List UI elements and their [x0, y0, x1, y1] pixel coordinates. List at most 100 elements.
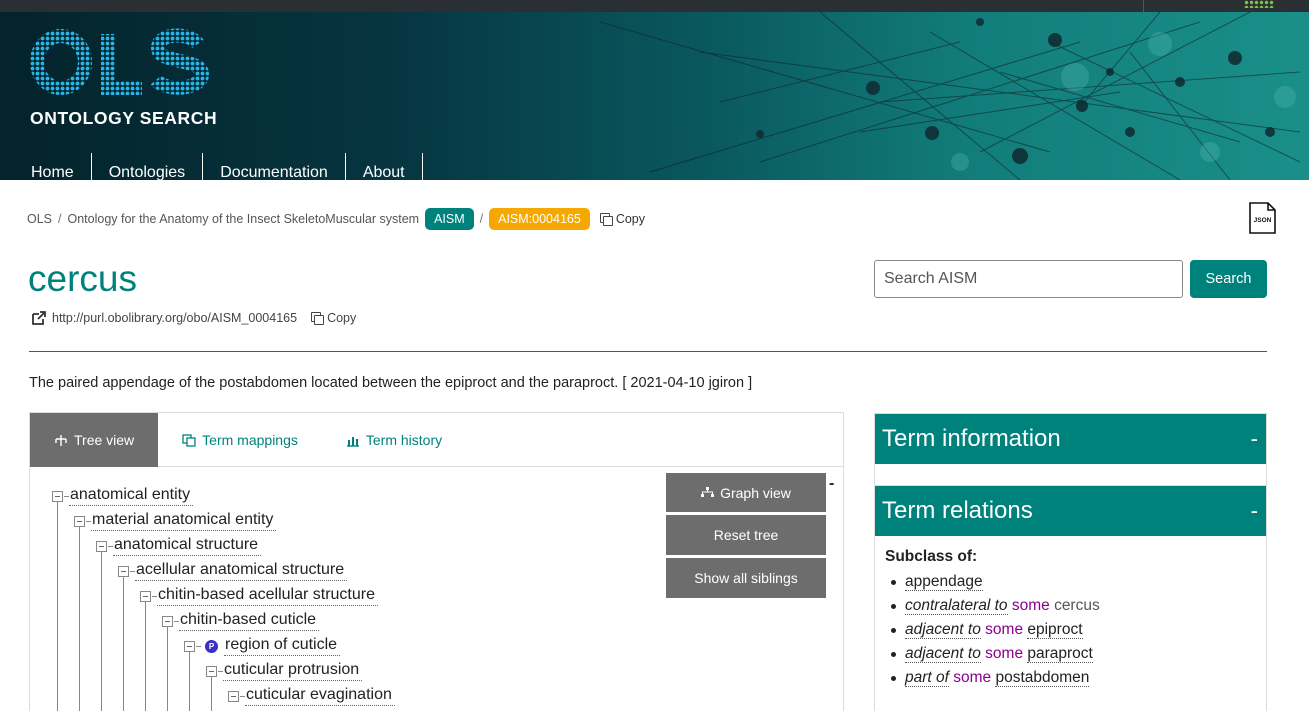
- term-id-badge[interactable]: AISM:0004165: [489, 208, 590, 230]
- tab-tree-view[interactable]: Tree view: [30, 413, 159, 467]
- site-header: ONTOLOGY SEARCH Home Ontologies Document…: [0, 12, 1309, 180]
- tree-node[interactable]: material anatomical entity: [74, 510, 277, 532]
- tab-term-history[interactable]: Term history: [322, 413, 466, 467]
- tree-panel: Tree view Term mappings Term history ana…: [29, 412, 844, 711]
- relation-target-link[interactable]: postabdomen: [995, 669, 1090, 687]
- tab-label: Term mappings: [202, 432, 298, 448]
- tree-node[interactable]: anatomical entity: [52, 485, 194, 507]
- nav-about[interactable]: About: [346, 153, 423, 180]
- tree-node-label[interactable]: region of cuticle: [224, 636, 341, 656]
- show-all-siblings-button[interactable]: Show all siblings: [666, 558, 826, 598]
- relation-target-link[interactable]: epiproct: [1027, 621, 1083, 639]
- collapse-toggle-icon[interactable]: [118, 565, 129, 577]
- card-spacer: [874, 463, 1267, 485]
- tree-node[interactable]: chitin-based cuticle: [162, 610, 320, 632]
- relation-item: appendage: [885, 570, 1256, 594]
- term-information-title: Term information: [882, 425, 1061, 452]
- tree-guide-line: [57, 502, 58, 711]
- tree-guide-line: [101, 552, 102, 711]
- nav-documentation[interactable]: Documentation: [203, 153, 346, 180]
- term-relations-header[interactable]: Term relations -: [875, 486, 1266, 536]
- tree-node-label[interactable]: chitin-based cuticle: [179, 611, 320, 631]
- copy-label: Copy: [615, 212, 645, 226]
- copy-term-id-button[interactable]: Copy: [599, 212, 645, 226]
- embl-logo-icon[interactable]: [1244, 0, 1274, 8]
- search-input[interactable]: [874, 260, 1183, 298]
- graph-view-button[interactable]: Graph view: [666, 473, 826, 512]
- relation-item: adjacent to some epiproct: [885, 618, 1256, 642]
- relation-property-link[interactable]: part of: [905, 669, 949, 687]
- relation-keyword: some: [1011, 597, 1050, 614]
- term-information-card: Term information -: [874, 413, 1267, 464]
- breadcrumb: OLS / Ontology for the Anatomy of the In…: [27, 207, 645, 231]
- copy-iri-button[interactable]: Copy: [311, 311, 356, 325]
- relation-property-link[interactable]: adjacent to: [905, 645, 981, 663]
- search-button[interactable]: Search: [1190, 260, 1267, 298]
- tree-node[interactable]: chitin-based acellular structure: [140, 585, 378, 607]
- relation-target-link[interactable]: appendage: [905, 573, 983, 591]
- term-relations-card: Term relations - Subclass of: appendage …: [874, 485, 1267, 711]
- copy-icon: [311, 312, 325, 325]
- collapse-term-relations-button[interactable]: -: [1251, 498, 1258, 524]
- tree-node-label[interactable]: anatomical structure: [113, 536, 262, 556]
- relation-keyword: some: [985, 621, 1024, 638]
- reset-tree-button[interactable]: Reset tree: [666, 515, 826, 555]
- collapse-toggle-icon[interactable]: [52, 490, 63, 502]
- copy-label: Copy: [327, 311, 357, 325]
- copy-icon: [599, 213, 613, 226]
- ontology-badge[interactable]: AISM: [425, 208, 474, 230]
- term-tree: anatomical entity material anatomical en…: [30, 473, 650, 711]
- page-title: cercus: [28, 258, 137, 299]
- collapse-toggle-icon[interactable]: [206, 665, 217, 677]
- collapse-toggle-icon[interactable]: [140, 590, 151, 602]
- tree-node[interactable]: anatomical structure: [96, 535, 262, 557]
- logo-text: ONTOLOGY SEARCH: [30, 108, 218, 128]
- tree-buttons-collapse[interactable]: -: [829, 475, 834, 493]
- external-link-icon[interactable]: [31, 310, 47, 326]
- tree-guide-line: [211, 677, 212, 711]
- bar-chart-icon: [346, 436, 359, 447]
- tree-node[interactable]: P region of cuticle: [184, 635, 341, 657]
- tree-node-label[interactable]: material anatomical entity: [91, 511, 277, 531]
- divider: [29, 351, 1267, 352]
- tree-node-label[interactable]: chitin-based acellular structure: [157, 586, 378, 606]
- relation-property-link[interactable]: contralateral to: [905, 597, 1008, 615]
- relation-property-link[interactable]: adjacent to: [905, 621, 981, 639]
- term-iri-row: http://purl.obolibrary.org/obo/AISM_0004…: [31, 310, 356, 326]
- term-information-header[interactable]: Term information -: [875, 414, 1266, 464]
- relation-item: adjacent to some paraproct: [885, 642, 1256, 666]
- collapse-toggle-icon[interactable]: [228, 690, 239, 702]
- collapse-toggle-icon[interactable]: [96, 540, 107, 552]
- subclass-of-label: Subclass of:: [885, 548, 978, 565]
- tree-node-label[interactable]: cuticular protrusion: [223, 661, 363, 681]
- relation-item: part of some postabdomen: [885, 666, 1256, 690]
- term-relations-body: Subclass of: appendage contralateral to …: [875, 536, 1266, 702]
- relation-item: contralateral to some cercus: [885, 594, 1256, 618]
- json-download-icon[interactable]: JSON: [1248, 202, 1277, 234]
- tree-guide-line: [123, 577, 124, 711]
- nav-home[interactable]: Home: [14, 153, 92, 180]
- collapse-toggle-icon[interactable]: [74, 515, 85, 527]
- collapse-term-information-button[interactable]: -: [1251, 426, 1258, 452]
- tree-guide-line: [167, 627, 168, 711]
- nav-ontologies[interactable]: Ontologies: [92, 153, 204, 180]
- collapse-toggle-icon[interactable]: [184, 640, 195, 652]
- reset-tree-label: Reset tree: [713, 527, 779, 543]
- tree-node-label[interactable]: cuticular evagination: [245, 686, 395, 706]
- tree-node[interactable]: cuticular protrusion: [206, 660, 363, 682]
- collapse-toggle-icon[interactable]: [162, 615, 173, 627]
- tree-node[interactable]: cuticular evagination: [228, 685, 395, 707]
- breadcrumb-ols[interactable]: OLS: [27, 212, 52, 226]
- tree-node-label[interactable]: anatomical entity: [69, 486, 194, 506]
- tree-node-label[interactable]: acellular anatomical structure: [135, 561, 348, 581]
- breadcrumb-separator: /: [479, 212, 484, 226]
- relation-target-link[interactable]: paraproct: [1027, 645, 1093, 663]
- tab-term-mappings[interactable]: Term mappings: [158, 413, 322, 467]
- tree-node[interactable]: acellular anatomical structure: [118, 560, 348, 582]
- relation-target-self: cercus: [1054, 597, 1100, 614]
- json-label: JSON: [1254, 217, 1272, 224]
- tree-view-icon: [55, 434, 67, 446]
- term-iri-link[interactable]: http://purl.obolibrary.org/obo/AISM_0004…: [52, 311, 297, 325]
- breadcrumb-ontology[interactable]: Ontology for the Anatomy of the Insect S…: [68, 212, 420, 226]
- term-definition: The paired appendage of the postabdomen …: [29, 375, 753, 391]
